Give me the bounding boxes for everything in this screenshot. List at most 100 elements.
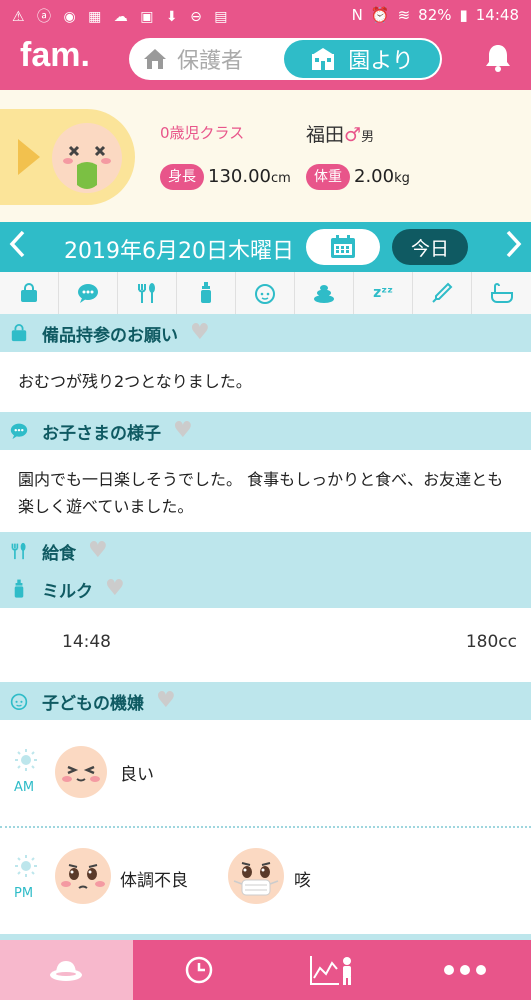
bag-icon: [10, 324, 28, 342]
section-header-meal: 給食 ♥ ミルク ♥: [0, 532, 531, 608]
nfc-icon: N: [351, 6, 363, 24]
child-avatar-button[interactable]: [0, 109, 135, 205]
poop-icon[interactable]: [295, 272, 354, 314]
clock-icon: [185, 956, 213, 984]
bag-icon[interactable]: [0, 272, 59, 314]
clock: 14:48: [475, 6, 519, 24]
section-header-child-status: お子さまの様子 ♥: [0, 412, 531, 450]
child-avatar: [52, 123, 122, 193]
child-profile-card: 0歳児クラス 福田♂男 身長 130.00cm 体重 2.00kg: [0, 90, 531, 222]
status-bar: ⚠ ⓐ ◉ ▦ ☁ ▣ ⬇ ⊖ ▤ N ⏰ ≋ 82% ▮ 14:48: [0, 0, 531, 30]
calendar-icon: [331, 235, 355, 258]
section-header-mood: 子どもの機嫌 ♥: [0, 682, 531, 720]
bell-icon[interactable]: [483, 42, 513, 78]
pm-mood-label-1: 体調不良: [120, 871, 188, 891]
tab-school-label: 園より: [348, 49, 414, 74]
pm-mood-label-2: 咳: [294, 871, 311, 891]
bottle-icon: [10, 579, 28, 599]
mood-pm-row: PM 体調不良 咳: [0, 830, 531, 940]
chevron-left-icon: [9, 230, 25, 258]
current-date: 2019年6月20日木曜日: [64, 239, 294, 264]
height-value: 130.00: [208, 166, 271, 187]
class-label: 0歳児クラス: [160, 124, 245, 142]
today-button[interactable]: 今日: [392, 229, 468, 265]
section-body-items: おむつが残り2つとなりました。: [18, 372, 252, 391]
date-bar: 2019年6月20日木曜日 今日: [0, 222, 531, 272]
am-mood-label: 良い: [120, 765, 154, 785]
heart-icon[interactable]: ♥: [88, 540, 108, 562]
milk-time: 14:48: [62, 632, 111, 652]
am-label: AM: [14, 780, 35, 795]
child-name-text: 福田: [306, 124, 345, 146]
growth-chart-icon: [309, 956, 351, 985]
app-logo: fam.: [20, 36, 90, 74]
child-name: 福田♂男: [306, 120, 374, 147]
heart-icon[interactable]: ♥: [173, 420, 193, 442]
tab-school[interactable]: 園より: [284, 40, 440, 78]
height-badge: 身長: [160, 164, 204, 190]
milk-amount: 180cc: [465, 632, 517, 652]
bottle-icon[interactable]: [177, 272, 236, 314]
hat-icon: [50, 961, 83, 981]
category-icon-bar: zᶻᶻ: [0, 272, 531, 315]
school-icon: [312, 48, 335, 70]
sun-icon: [15, 855, 37, 877]
weight-unit: kg: [394, 171, 410, 186]
alarm-icon: ⏰: [370, 6, 390, 24]
face-icon: [10, 691, 28, 711]
height-unit: cm: [270, 171, 291, 186]
heart-icon[interactable]: ♥: [156, 690, 176, 712]
nav-history[interactable]: [133, 940, 266, 1000]
next-day-button[interactable]: [505, 229, 523, 266]
section-title-mood: 子どもの機嫌: [42, 693, 144, 714]
pm-label: PM: [14, 886, 34, 901]
bath-icon[interactable]: [472, 272, 531, 314]
happy-face-icon: [55, 746, 107, 798]
section-body-child-status: 園内でも一日楽しそうでした。 食事もしっかりと食べ、お友達とも楽しく遊べていまし…: [18, 470, 504, 516]
utensils-icon[interactable]: [118, 272, 177, 314]
utensils-icon: [10, 541, 28, 561]
tab-parent[interactable]: 保護者: [129, 38, 284, 80]
speech-bubble-icon[interactable]: [59, 272, 118, 314]
gender-symbol: ♂: [344, 124, 362, 146]
sun-icon: [15, 749, 37, 771]
cough-face-icon: [228, 848, 284, 904]
system-indicators: N ⏰ ≋ 82% ▮ 14:48: [352, 6, 519, 24]
home-icon: [144, 49, 166, 69]
weight-badge: 体重: [306, 164, 350, 190]
milk-row: ミルク ♥: [0, 570, 125, 608]
battery-percent: 82%: [418, 6, 452, 24]
section-title-milk: ミルク: [42, 581, 93, 602]
nav-home[interactable]: [0, 940, 133, 1000]
tab-parent-label: 保護者: [177, 49, 244, 74]
gender-label: 男: [361, 130, 375, 145]
section-title-items: 備品持参のお願い: [42, 325, 178, 346]
speech-bubble-icon: [10, 422, 28, 440]
bottom-navigation: [0, 940, 531, 1000]
mood-am-row: AM 良い: [0, 720, 531, 830]
meal-row: 給食 ♥: [0, 532, 108, 570]
more-icon: [443, 965, 486, 975]
nav-more[interactable]: [398, 940, 531, 1000]
heart-icon[interactable]: ♥: [190, 322, 210, 344]
chevron-right-icon: [506, 230, 522, 258]
prev-day-button[interactable]: [8, 229, 26, 266]
section-title-child-status: お子さまの様子: [42, 423, 161, 444]
notification-icons: ⚠ ⓐ ◉ ▦ ☁ ▣ ⬇ ⊖ ▤: [12, 9, 232, 25]
calendar-button[interactable]: [306, 229, 380, 265]
nav-growth[interactable]: [266, 940, 399, 1000]
height-metric: 130.00cm: [208, 164, 291, 192]
play-icon: [18, 139, 40, 175]
wifi-icon: ≋: [397, 6, 411, 24]
weight-value: 2.00: [354, 166, 395, 187]
divider: [0, 826, 531, 828]
role-segmented-control: 保護者 園より: [129, 38, 442, 80]
heart-icon[interactable]: ♥: [105, 578, 125, 600]
sleep-icon[interactable]: zᶻᶻ: [354, 272, 413, 314]
unwell-face-icon: [55, 848, 111, 904]
section-title-meal: 給食: [42, 543, 76, 564]
weight-metric: 2.00kg: [354, 164, 410, 192]
section-header-items: 備品持参のお願い ♥: [0, 314, 531, 352]
thermometer-icon[interactable]: [413, 272, 472, 314]
face-icon[interactable]: [236, 272, 295, 314]
